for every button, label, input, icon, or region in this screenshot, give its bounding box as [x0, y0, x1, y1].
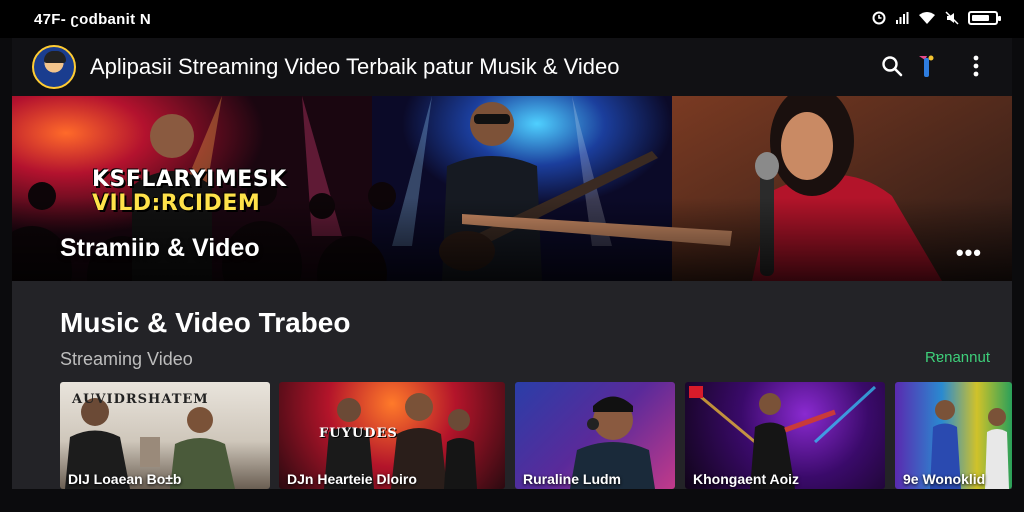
- card-label: DJn Hearteie Dloiro: [287, 471, 417, 487]
- wifi-icon: [918, 11, 936, 25]
- status-icons: [872, 11, 1001, 25]
- hero-overlay-text: KSFLARYIMESK VILD:RCIDEM: [92, 168, 287, 216]
- hero-overlay-line2: VILD:RCIDEM: [92, 191, 261, 216]
- mute-icon: [945, 11, 959, 25]
- signal-icon: [895, 11, 909, 25]
- status-bar: 47F- ʗodbanit N: [0, 0, 1024, 38]
- battery-icon: [968, 11, 1001, 25]
- video-card[interactable]: Ruraline Ludm: [515, 382, 675, 489]
- card-label: 9e Wonoklid: [903, 471, 986, 487]
- more-vert-icon[interactable]: [962, 52, 990, 80]
- battery-level: [972, 15, 989, 21]
- content-panel: Music & Video Trabeo Streaming Video Rɐn…: [12, 281, 1012, 489]
- card-heading: FUYUDES: [319, 426, 398, 441]
- card-label: Ruraline Ludm: [523, 471, 622, 487]
- video-card[interactable]: FUYUDES DJn Hearteie Dloiro: [279, 382, 505, 489]
- avatar[interactable]: [32, 45, 76, 89]
- app-bar: Aplipasii Streaming Video Terbaik patur …: [12, 38, 1012, 96]
- search-icon[interactable]: [878, 52, 906, 80]
- card-label: Khongaent Aoiz: [693, 471, 800, 487]
- card-heading: AUVIDRSHATEM: [72, 392, 209, 407]
- hero-banner[interactable]: KSFLARYIMESK VILD:RCIDEM Stramiiɒ & Vide…: [12, 96, 1012, 281]
- section-subtitle: Streaming Video: [60, 349, 193, 369]
- app-bar-actions: [878, 52, 990, 80]
- alarm-icon: [872, 11, 886, 25]
- video-card[interactable]: 9e Wonoklid: [895, 382, 1012, 489]
- card-label: DIJ Loaean Bo±b: [68, 471, 182, 487]
- status-bar-text: 47F- ʗodbanit N: [34, 11, 152, 28]
- video-card[interactable]: AUVIDRSHATEM DIJ Loaean Bo±b: [60, 382, 270, 489]
- bottom-edge: [0, 489, 1024, 512]
- section-title: Music & Video Trabeo: [60, 307, 351, 338]
- hero-more-button[interactable]: •••: [956, 240, 982, 266]
- cast-icon[interactable]: [912, 52, 940, 80]
- hero-overlay-line1: KSFLARYIMESK: [92, 167, 287, 192]
- video-card[interactable]: Khongaent Aoiz: [685, 382, 885, 489]
- app-title: Aplipasii Streaming Video Terbaik patur …: [90, 54, 620, 79]
- see-all-link[interactable]: Rɐnannut: [925, 349, 990, 366]
- video-card-row: AUVIDRSHATEM DIJ Loaean Bo±b FUYUDES DJn…: [60, 382, 1012, 489]
- hero-caption: Stramiiɒ & Video: [60, 234, 260, 262]
